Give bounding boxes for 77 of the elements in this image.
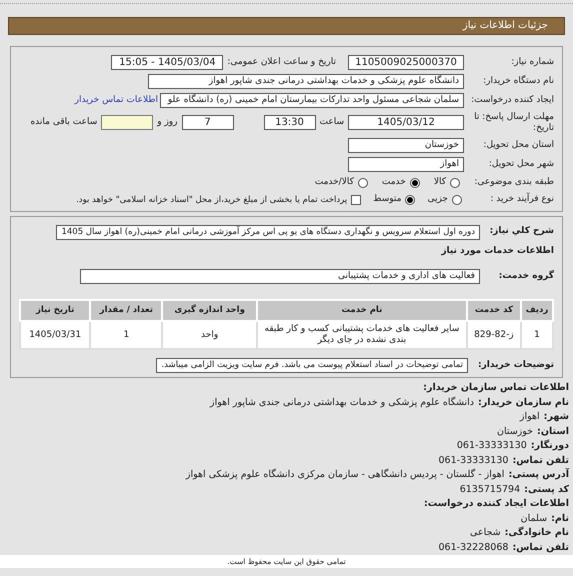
contact-label: شهر:	[544, 410, 569, 424]
contact-value: 061-32228068	[438, 540, 508, 555]
deadline-time-field[interactable]: 13:30	[264, 115, 316, 130]
days-field[interactable]: 7	[182, 115, 234, 130]
column-header: تعداد / مقدار	[90, 300, 162, 322]
field-label: ساعت	[320, 116, 344, 130]
field-label: شماره نیاز:	[510, 56, 554, 69]
field-label: نوع فرآیند خرید :	[489, 193, 554, 206]
table-cell: ز-82-829	[466, 321, 521, 350]
buyer-name-field[interactable]: دانشگاه علوم پزشکی و خدمات بهداشتی درمانی جندی شاپور اهواز	[148, 74, 464, 89]
contact-heading: اطلاعات ایجاد کننده درخواست:	[422, 497, 569, 512]
contact-label: تلفن تماس:	[512, 454, 569, 468]
contact-value: خوزستان	[496, 424, 534, 439]
contact-value: 061-33333130	[456, 439, 527, 454]
contact-label: نام سازمان خریدار:	[478, 396, 569, 410]
checkbox[interactable]	[351, 195, 362, 206]
remaining-hours-field	[101, 115, 154, 130]
field-label: شرح کلي نياز:	[488, 224, 554, 238]
radio-label: متوسط	[373, 193, 402, 206]
column-header: نام خدمت	[256, 300, 467, 322]
column-header: کد خدمت	[466, 300, 521, 322]
field-label: شهر محل تحویل:	[488, 158, 554, 171]
need-number-field[interactable]: 1105009025000370	[348, 54, 464, 70]
contact-value: 061-33333130	[438, 454, 508, 468]
table-cell: سایر فعالیت های خدمات پشتیبانی کسب و کار طبقه بندی نشده در جای دیگر	[256, 321, 467, 350]
radio-label: خدمت	[382, 176, 406, 189]
field-label: استان محل تحویل:	[482, 138, 554, 152]
field-label: روز و	[157, 116, 178, 130]
table-cell: 1	[90, 321, 162, 350]
deadline-date-field[interactable]: 1405/03/12	[348, 115, 464, 130]
contact-value: 6135715794	[460, 482, 520, 497]
radio-button[interactable]	[405, 195, 416, 206]
contact-heading: اطلاعات تماس سازمان خریدار:	[422, 381, 569, 396]
section-title: اطلاعات خدمات مورد نیاز	[440, 244, 554, 258]
checkbox-label: پرداخت تمام یا بخشی از مبلغ خرید،از محل "اسناد خزانه اسلامی" خواهد بود.	[76, 194, 348, 206]
buyer-notes-field[interactable]: تمامی توضیحات در اسناد استعلام پیوست می باشد. فرم سایت ویزیت الزامی میباشد.	[156, 358, 468, 374]
table-cell: واحد	[162, 321, 257, 350]
radio-label: کالا/خدمت	[314, 176, 354, 189]
contact-value: دانشگاه علوم پزشکی و خدمات بهداشتی درمانی جندی شاپور اهواز	[210, 396, 474, 410]
table-cell: 1	[520, 321, 553, 350]
radio-button[interactable]	[358, 178, 368, 188]
description-field: دوره اول استعلام سرویس و نگهداری دستگاه های یو پی اس مرکز آموزشی درمانی امام خمینی(ره) اهواز سال 1405	[56, 224, 480, 240]
service-group-field[interactable]: فعالیت های اداری و خدمات پشتیبانی	[80, 269, 480, 284]
contact-label: آدرس پستی:	[508, 468, 569, 482]
contact-label: دورنگار:	[530, 439, 569, 454]
field-label: ساعت باقی مانده	[30, 116, 98, 130]
column-header: واحد اندازه گیری	[162, 300, 257, 322]
radio-button[interactable]	[452, 195, 462, 206]
contact-value: اهواز	[520, 410, 540, 424]
buyer-contact-link[interactable]: اطلاعات تماس خریدار	[74, 94, 158, 108]
contact-label: تلفن تماس:	[512, 540, 569, 555]
field-label: گروه خدمت:	[498, 270, 554, 284]
field-label: توضیحات خریدار:	[477, 358, 554, 372]
contact-value: اهواز - گلستان - پردیس دانشگاهی - سازمان مرکزی دانشگاه علوم پزشکی اهواز	[186, 468, 504, 482]
requester-field[interactable]: سلمان شجاعی مسئول واحد تدارکات بیمارستان امام خمینی (ره) دانشگاه علو	[160, 92, 464, 108]
radio-label: کالا	[434, 176, 446, 189]
field-label: نام دستگاه خریدار:	[482, 74, 554, 88]
province-field[interactable]: خوزستان	[348, 138, 464, 153]
city-field[interactable]: اهواز	[348, 156, 464, 172]
radio-label: جزیی	[427, 193, 448, 206]
radio-button[interactable]	[450, 178, 460, 188]
contact-label: استان:	[537, 424, 569, 439]
field-label: ایجاد کننده درخواست:	[474, 94, 554, 107]
radio-button[interactable]	[410, 178, 420, 188]
contact-label: کد پستی:	[524, 482, 569, 497]
contact-value: شجاعی	[470, 526, 501, 540]
table-cell: 1405/03/31	[20, 321, 90, 350]
field-label: طبقه بندی موضوعی:	[474, 176, 554, 189]
announce-date-field[interactable]: 1405/03/04 - 15:05	[111, 54, 224, 70]
contact-label: نام خانوادگی:	[504, 526, 569, 540]
field-label: مهلت ارسال پاسخ: تا تاریخ:	[474, 112, 554, 134]
column-header: ردیف	[520, 300, 553, 322]
field-label: تاریخ و ساعت اعلان عمومی:	[227, 56, 336, 69]
contact-value: سلمان	[520, 512, 548, 526]
page-title: جزئیات اطلاعات نیاز	[462, 19, 548, 34]
contact-label: نام:	[551, 512, 569, 526]
column-header: تاریخ نیاز	[20, 300, 90, 322]
